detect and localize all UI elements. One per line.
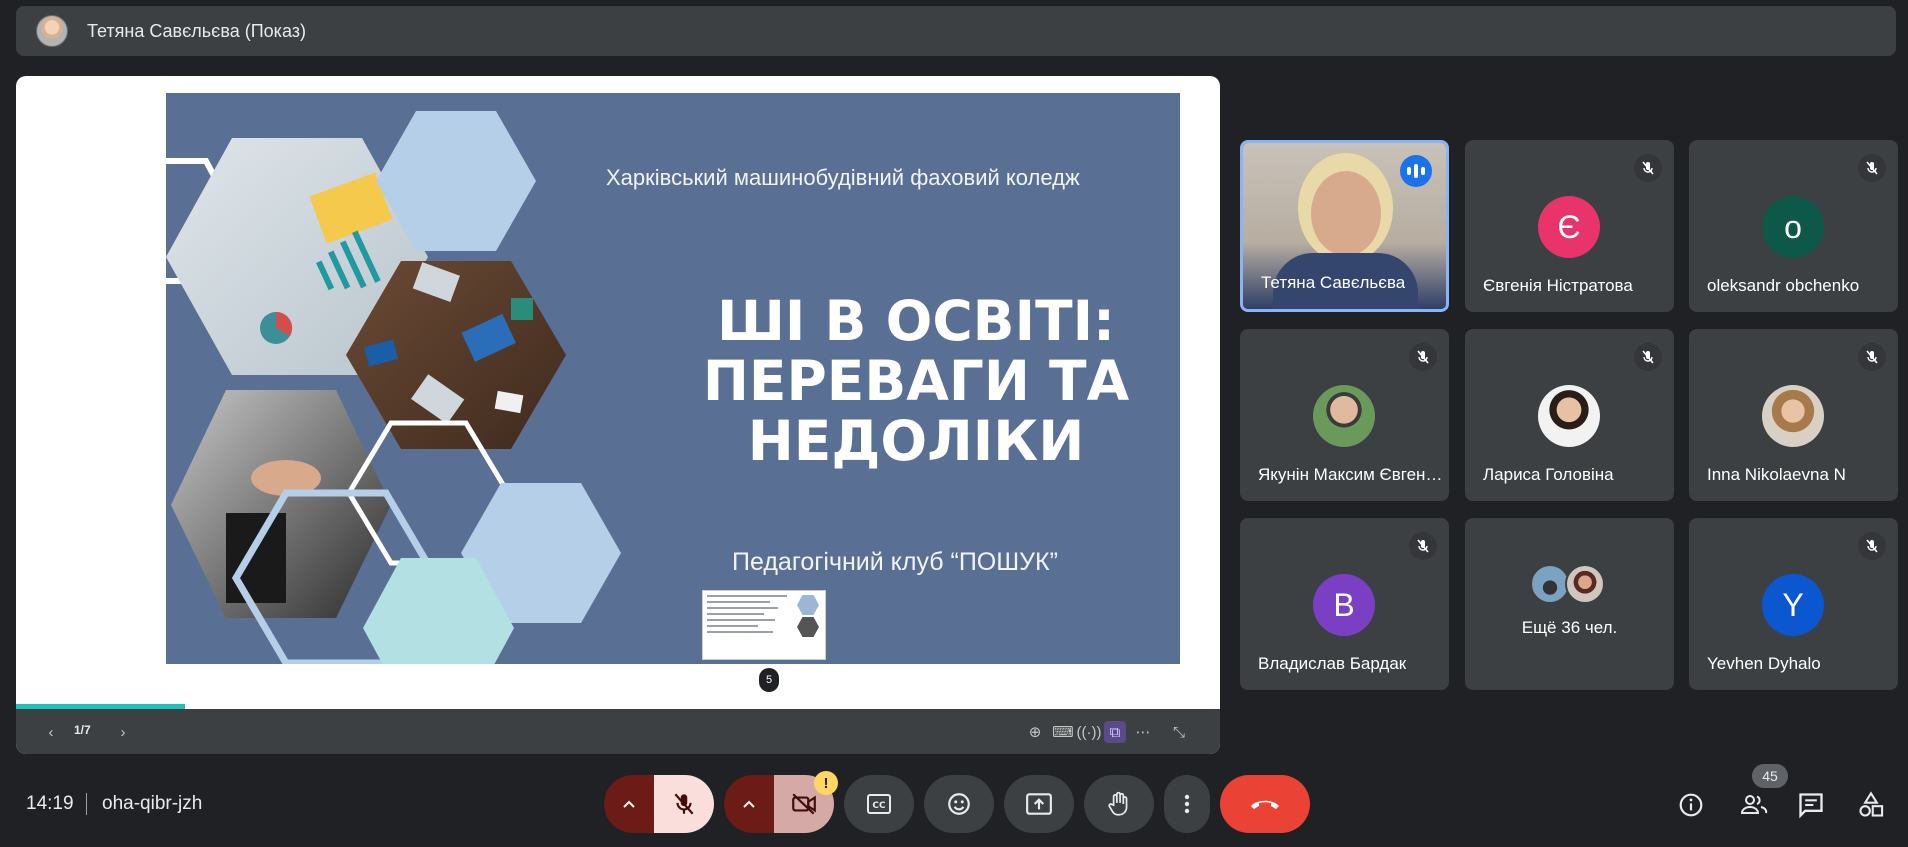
page-indicator: 1/7: [74, 723, 91, 737]
raise-hand-button[interactable]: [1084, 775, 1154, 833]
participant-tile[interactable]: Лариса Головіна: [1465, 329, 1674, 501]
more-participants-label: Ещё 36 чел.: [1521, 618, 1618, 637]
mic-toggle-button[interactable]: [654, 775, 714, 833]
presenter-label: Тетяна Савєльєва (Показ): [87, 20, 307, 41]
participant-avatar: [1538, 385, 1600, 447]
participant-avatar: [1565, 564, 1605, 604]
broadcast-icon[interactable]: ((·)): [1077, 721, 1102, 743]
participant-avatar: Y: [1762, 574, 1824, 636]
reactions-button[interactable]: [924, 775, 994, 833]
participant-name: Якунін Максим Євгенович: [1258, 465, 1443, 484]
hand-icon: [1108, 791, 1128, 816]
mic-options-button[interactable]: [604, 775, 654, 833]
participant-tile[interactable]: o oleksandr obchenko: [1689, 140, 1898, 312]
mic-off-icon: [1858, 532, 1886, 560]
participant-avatar: [1313, 385, 1375, 447]
activities-icon[interactable]: [1856, 790, 1886, 820]
captions-icon: CC: [867, 794, 891, 814]
chat-icon[interactable]: [1796, 790, 1826, 820]
participant-tile[interactable]: В Владислав Бардак: [1240, 518, 1449, 690]
slide-title-line-2: ПЕРЕВАГИ ТА: [702, 349, 1130, 413]
pip-icon[interactable]: ⧉: [1104, 721, 1126, 743]
mic-off-icon: [1409, 343, 1437, 371]
participant-avatar: Є: [1538, 196, 1600, 258]
slide-title-line-1: ШІ В ОСВІТІ:: [716, 289, 1116, 353]
camera-off-icon: [792, 793, 816, 815]
participant-tile[interactable]: Inna Nikolaevna N: [1689, 329, 1898, 501]
speaking-indicator-icon: [1400, 155, 1432, 187]
mic-off-icon: [1634, 154, 1662, 182]
page-badge: 5: [759, 668, 779, 692]
mic-off-icon: [674, 793, 694, 815]
prev-slide-icon[interactable]: ‹: [40, 721, 62, 743]
participant-name: oleksandr obchenko: [1707, 276, 1860, 295]
meeting-info-icon[interactable]: [1676, 790, 1706, 820]
svg-text:CC: CC: [872, 801, 886, 811]
slide: Харківський машинобудівний фаховий колед…: [166, 93, 1180, 664]
captions-button[interactable]: CC: [844, 775, 914, 833]
participant-tile[interactable]: Є Євгенія Ністратова: [1465, 140, 1674, 312]
more-options-button[interactable]: [1164, 775, 1210, 833]
participant-avatar: o: [1762, 196, 1824, 258]
emoji-icon: [948, 793, 970, 815]
present-button[interactable]: [1004, 775, 1074, 833]
participant-name: Владислав Бардак: [1258, 654, 1407, 673]
participant-name: Тетяна Савєльєва: [1261, 273, 1406, 292]
keyboard-icon[interactable]: ⌨: [1052, 721, 1074, 743]
more-vert-icon: [1184, 794, 1190, 814]
participant-avatar: В: [1313, 574, 1375, 636]
mic-off-icon: [1409, 532, 1437, 560]
presentation-controls: ‹ 1/7 › ⊕ ⌨ ((·)) ⧉ ⋯ ⤡: [16, 709, 1220, 754]
next-slide-icon[interactable]: ›: [112, 721, 134, 743]
presentation-stage: Харківський машинобудівний фаховий колед…: [16, 76, 1220, 754]
participant-name: Лариса Головіна: [1483, 465, 1614, 484]
mic-off-icon: [1858, 154, 1886, 182]
camera-warning-badge: !: [814, 771, 838, 795]
slide-title-line-3: НЕДОЛІКИ: [747, 409, 1085, 473]
participants-count-badge: 45: [1752, 764, 1788, 788]
divider: [86, 793, 87, 815]
presenter-avatar: [36, 15, 68, 47]
camera-options-button[interactable]: [724, 775, 774, 833]
participant-tile[interactable]: Якунін Максим Євгенович: [1240, 329, 1449, 501]
more-options-icon[interactable]: ⋯: [1132, 721, 1154, 743]
meeting-code: oha-qibr-jzh: [102, 793, 203, 814]
participant-avatar: [1530, 564, 1570, 604]
participant-name: Yevhen Dyhalo: [1707, 654, 1821, 673]
participant-tile[interactable]: Y Yevhen Dyhalo: [1689, 518, 1898, 690]
mic-control: [604, 775, 714, 833]
participant-avatar: [1762, 385, 1824, 447]
slide-title: ШІ В ОСВІТІ: ПЕРЕВАГИ ТА НЕДОЛІКИ: [686, 291, 1146, 471]
present-screen-icon: [1026, 793, 1052, 815]
mic-off-icon: [1634, 343, 1662, 371]
participant-tile[interactable]: Тетяна Савєльєва: [1240, 140, 1449, 312]
mic-off-icon: [1858, 343, 1886, 371]
slide-thumbnail: [702, 590, 826, 660]
exit-fullscreen-icon[interactable]: ⤡: [1168, 721, 1190, 743]
participant-name: Inna Nikolaevna N: [1707, 465, 1846, 484]
slide-club-name: Педагогічний клуб “ПОШУК”: [732, 548, 1058, 576]
zoom-icon[interactable]: ⊕: [1024, 721, 1046, 743]
end-call-button[interactable]: [1220, 775, 1310, 833]
more-participants-tile[interactable]: Ещё 36 чел.: [1465, 518, 1674, 690]
participant-name: Євгенія Ністратова: [1483, 276, 1633, 295]
clock: 14:19: [26, 793, 74, 814]
hang-up-icon: [1251, 800, 1279, 809]
presenter-bar[interactable]: Тетяна Савєльєва (Показ): [16, 6, 1896, 56]
people-icon[interactable]: [1736, 790, 1772, 820]
slide-college-name: Харківський машинобудівний фаховий колед…: [606, 165, 1080, 190]
